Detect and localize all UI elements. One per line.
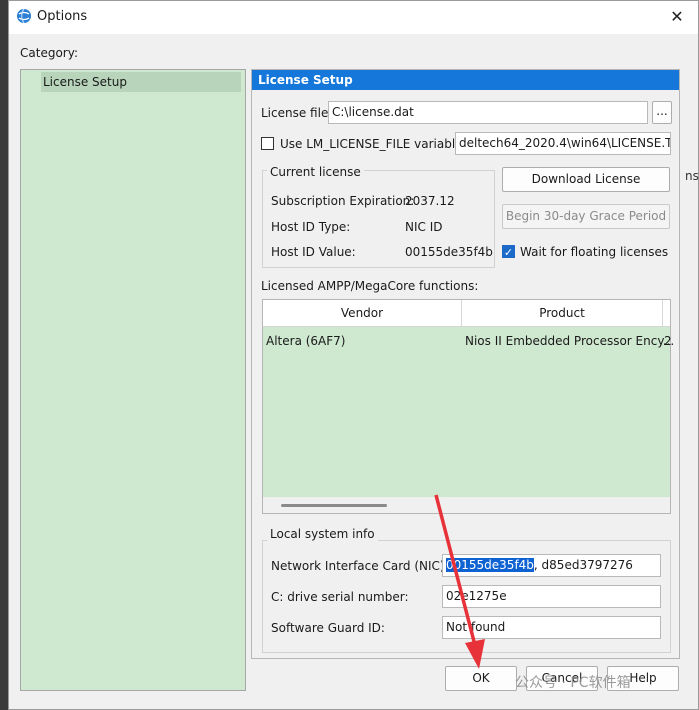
grace-period-button[interactable]: Begin 30-day Grace Period — [502, 204, 670, 229]
use-env-checkbox[interactable] — [261, 137, 274, 150]
functions-table[interactable]: Vendor Product Altera (6AF7) Nios II Emb… — [262, 299, 674, 514]
annotation-arrow-icon — [434, 494, 485, 669]
table-cell-extra[interactable]: 2 — [664, 334, 672, 348]
column-header-product[interactable]: Product — [462, 300, 663, 327]
wait-floating-label: Wait for floating licenses — [520, 245, 669, 259]
window-title: Options — [37, 9, 88, 24]
guard-id-label: Software Guard ID: — [271, 621, 385, 635]
watermark: 公众号 · PC软件箱 — [515, 675, 631, 691]
current-license-title: Current license — [267, 165, 364, 179]
category-label: Category: — [20, 46, 78, 60]
table-cell-vendor[interactable]: Altera (6AF7) — [266, 334, 345, 348]
column-header-extra — [663, 300, 670, 327]
functions-label: Licensed AMPP/MegaCore functions: — [261, 279, 479, 293]
category-item-license-setup[interactable]: License Setup — [41, 72, 241, 92]
column-header-vendor[interactable]: Vendor — [263, 300, 462, 327]
env-path-input[interactable]: deltech64_2020.4\win64\LICENSE.TXT — [455, 132, 671, 155]
drive-serial-label: C: drive serial number: — [271, 590, 409, 604]
subscription-value: 2037.12 — [405, 194, 455, 208]
hostid-type-label: Host ID Type: — [271, 220, 351, 234]
clipped-edge-text: ns — [685, 169, 699, 183]
title-bar: Options ✕ — [9, 1, 698, 34]
wait-floating-checkbox[interactable]: ✓ — [502, 245, 515, 259]
close-icon[interactable]: ✕ — [666, 7, 688, 27]
use-env-label: Use LM_LICENSE_FILE variable: — [280, 137, 467, 151]
hostid-value: 00155de35f4b — [405, 245, 493, 259]
hostid-type-value: NIC ID — [405, 220, 443, 234]
options-dialog: Options ✕ Category: License Setup Licens… — [8, 0, 699, 710]
scrollbar-thumb[interactable] — [281, 504, 387, 507]
app-globe-icon — [17, 8, 31, 24]
subscription-label: Subscription Expiration: — [271, 194, 415, 208]
local-info-title: Local system info — [267, 527, 378, 541]
download-license-button[interactable]: Download License — [502, 167, 670, 192]
panel-header: License Setup — [252, 70, 679, 90]
browse-button[interactable]: ... — [652, 101, 672, 124]
table-cell-product[interactable]: Nios II Embedded Processor Ency... — [465, 334, 674, 348]
category-tree[interactable]: License Setup — [20, 69, 246, 691]
license-file-input[interactable]: C:\license.dat — [328, 101, 648, 124]
license-file-label: License file: — [261, 106, 333, 120]
hostid-value-label: Host ID Value: — [271, 245, 356, 259]
nic-rest-text: , d85ed3797276 — [533, 558, 633, 572]
